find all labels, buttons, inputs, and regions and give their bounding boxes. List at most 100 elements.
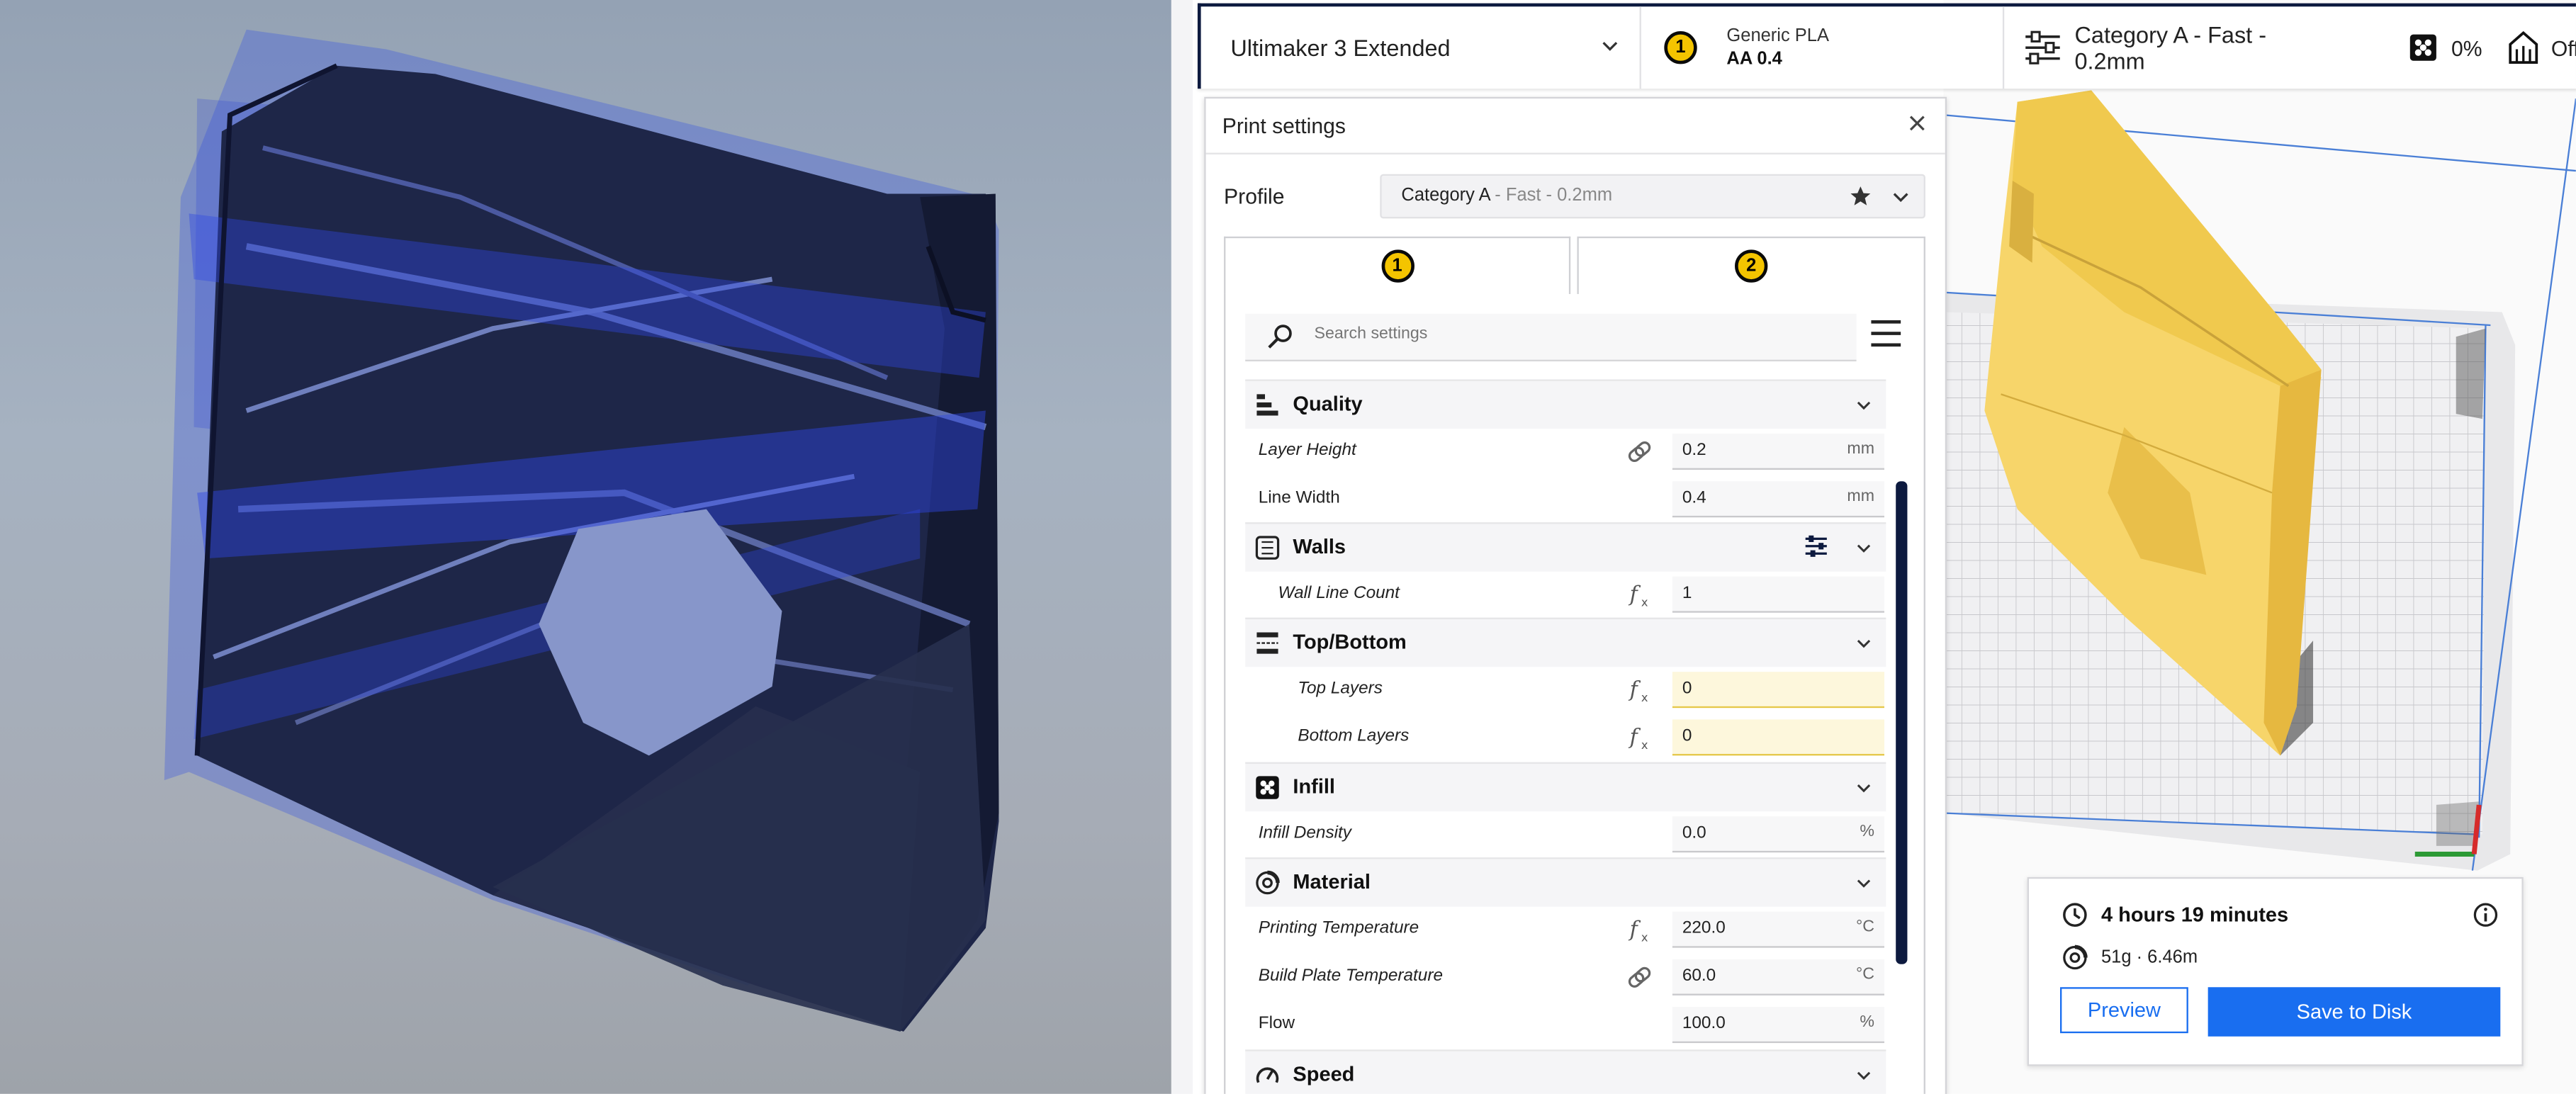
field-value: 1: [1682, 582, 1692, 603]
print-time: 4 hours 19 minutes: [2100, 903, 2289, 927]
topbottom-icon: [1256, 632, 1278, 654]
chevron-down-icon: [1893, 193, 1908, 203]
setting-infill-density: Infill Density 0.0%: [1245, 810, 1886, 857]
setting-label: Build Plate Temperature: [1258, 966, 1443, 986]
category-walls[interactable]: Walls: [1245, 522, 1886, 572]
extruder-badge: 1: [1664, 31, 1697, 64]
field-value: 0.0: [1682, 823, 1706, 843]
settings-sliders-icon: [2025, 30, 2060, 64]
printer-selector[interactable]: Ultimaker 3 Extended: [1201, 6, 1641, 89]
save-to-disk-button[interactable]: Save to Disk: [2207, 987, 2501, 1037]
field-value: 100.0: [1682, 1013, 1726, 1034]
category-top-bottom[interactable]: Top/Bottom: [1245, 617, 1886, 667]
settings-list: Quality Layer Height 0.2 mm Line Width 0.…: [1224, 293, 1925, 1094]
bottom-layers-field[interactable]: 0: [1672, 719, 1884, 756]
svg-text:f: f: [1629, 917, 1641, 942]
print-summary-card: 4 hours 19 minutes 51g · 6.46m Preview S…: [2027, 876, 2524, 1066]
preview-button[interactable]: Preview: [2060, 987, 2188, 1034]
link-icon[interactable]: [1626, 964, 1653, 991]
chevron-down-icon: [1857, 401, 1871, 410]
setting-label: Flow: [1258, 1013, 1295, 1034]
setting-printing-temperature: Printing Temperature fx 220.0 °C: [1245, 905, 1886, 952]
window-gap: [1171, 0, 1193, 1094]
extruder-1-badge: 1: [1380, 249, 1414, 283]
function-icon[interactable]: fx: [1626, 917, 1653, 943]
layer-height-field[interactable]: 0.2 mm: [1672, 434, 1884, 470]
category-quality[interactable]: Quality: [1245, 379, 1886, 429]
field-value: 0: [1682, 726, 1692, 746]
wall-line-count-field[interactable]: 1: [1672, 576, 1884, 613]
field-value: 0.2: [1682, 440, 1706, 461]
svg-text:x: x: [1641, 691, 1648, 703]
function-icon[interactable]: fx: [1626, 677, 1653, 703]
print-setup-selector[interactable]: Category A - Fast - 0.2mm 0% Off: [2004, 6, 2576, 89]
chevron-down-icon: [1857, 640, 1871, 648]
material-icon: [1256, 870, 1280, 895]
setting-label: Layer Height: [1258, 440, 1356, 461]
support-indicator[interactable]: Off: [2509, 31, 2576, 64]
top-layers-field[interactable]: 0: [1672, 672, 1884, 709]
setting-label: Printing Temperature: [1258, 918, 1419, 938]
star-icon[interactable]: [1850, 186, 1871, 207]
search-box[interactable]: [1245, 313, 1857, 362]
profile-dropdown[interactable]: Category A - Fast - 0.2mm: [1380, 174, 1925, 219]
clock-icon: [2063, 903, 2087, 927]
infill-icon: [2410, 34, 2437, 61]
infill-density-field[interactable]: 0.0%: [1672, 816, 1884, 853]
active-profile-label: Category A - Fast - 0.2mm: [2074, 21, 2267, 74]
material-usage: 51g · 6.46m: [2100, 947, 2198, 968]
search-input[interactable]: [1310, 323, 1811, 345]
setting-line-width: Line Width 0.4 mm: [1245, 475, 1886, 522]
category-speed[interactable]: Speed: [1245, 1049, 1886, 1094]
profile-subtitle: - Fast - 0.2mm: [1490, 185, 1613, 205]
setting-label: Line Width: [1258, 487, 1340, 508]
print-settings-panel: Print settings Profile Category A - Fast…: [1204, 96, 1947, 1094]
nozzle-name: AA 0.4: [1726, 49, 1782, 69]
function-icon[interactable]: fx: [1626, 582, 1653, 608]
profile-label: Profile: [1224, 184, 1285, 209]
settings-scrollbar[interactable]: [1896, 481, 1908, 964]
field-value: 60.0: [1682, 966, 1716, 986]
category-title: Quality: [1293, 393, 1363, 416]
menu-icon[interactable]: [1869, 319, 1902, 349]
info-icon[interactable]: [2473, 902, 2499, 928]
svg-text:x: x: [1641, 930, 1648, 942]
function-icon[interactable]: fx: [1626, 724, 1653, 750]
line-width-field[interactable]: 0.4 mm: [1672, 481, 1884, 518]
flow-field[interactable]: 100.0%: [1672, 1007, 1884, 1044]
chevron-down-icon: [1857, 1071, 1871, 1081]
setting-build-plate-temperature: Build Plate Temperature 60.0 °C: [1245, 953, 1886, 1000]
setting-bottom-layers: Bottom Layers fx 0: [1245, 713, 1886, 760]
chevron-down-icon: [1602, 42, 1618, 51]
field-value: 220.0: [1682, 918, 1726, 938]
settings-sliders-icon[interactable]: [1804, 534, 1828, 558]
category-title: Material: [1293, 870, 1371, 894]
close-icon[interactable]: [1906, 112, 1928, 135]
chevron-down-icon: [1857, 544, 1871, 553]
field-unit: %: [1860, 1013, 1875, 1032]
category-title: Walls: [1293, 535, 1346, 559]
tab-extruder-1[interactable]: 1: [1224, 236, 1571, 296]
build-plate-temperature-field[interactable]: 60.0 °C: [1672, 959, 1884, 996]
category-title: Infill: [1293, 775, 1336, 799]
infill-icon: [1256, 776, 1279, 799]
infill-indicator[interactable]: 0%: [2409, 33, 2482, 62]
support-status: Off: [2550, 35, 2576, 60]
cad-viewport[interactable]: [0, 0, 1171, 1094]
cad-model-render: [164, 29, 999, 1032]
printing-temperature-field[interactable]: 220.0 °C: [1672, 911, 1884, 948]
tab-extruder-2[interactable]: 2: [1577, 236, 1925, 298]
field-unit: %: [1860, 823, 1875, 841]
material-selector[interactable]: 1 Generic PLA AA 0.4: [1641, 6, 2005, 89]
svg-text:f: f: [1629, 725, 1641, 750]
divider: [1205, 152, 1945, 154]
screenshot-stage: Ultimaker 3 Extended 1 Generic PLA AA 0.…: [0, 0, 2576, 1094]
category-infill[interactable]: Infill: [1245, 762, 1886, 812]
link-icon[interactable]: [1626, 439, 1653, 465]
setting-label: Wall Line Count: [1278, 582, 1400, 603]
svg-text:f: f: [1629, 677, 1641, 702]
panel-title: Print settings: [1222, 113, 1346, 138]
field-unit: °C: [1856, 966, 1875, 984]
support-icon: [2509, 31, 2538, 64]
category-material[interactable]: Material: [1245, 857, 1886, 907]
